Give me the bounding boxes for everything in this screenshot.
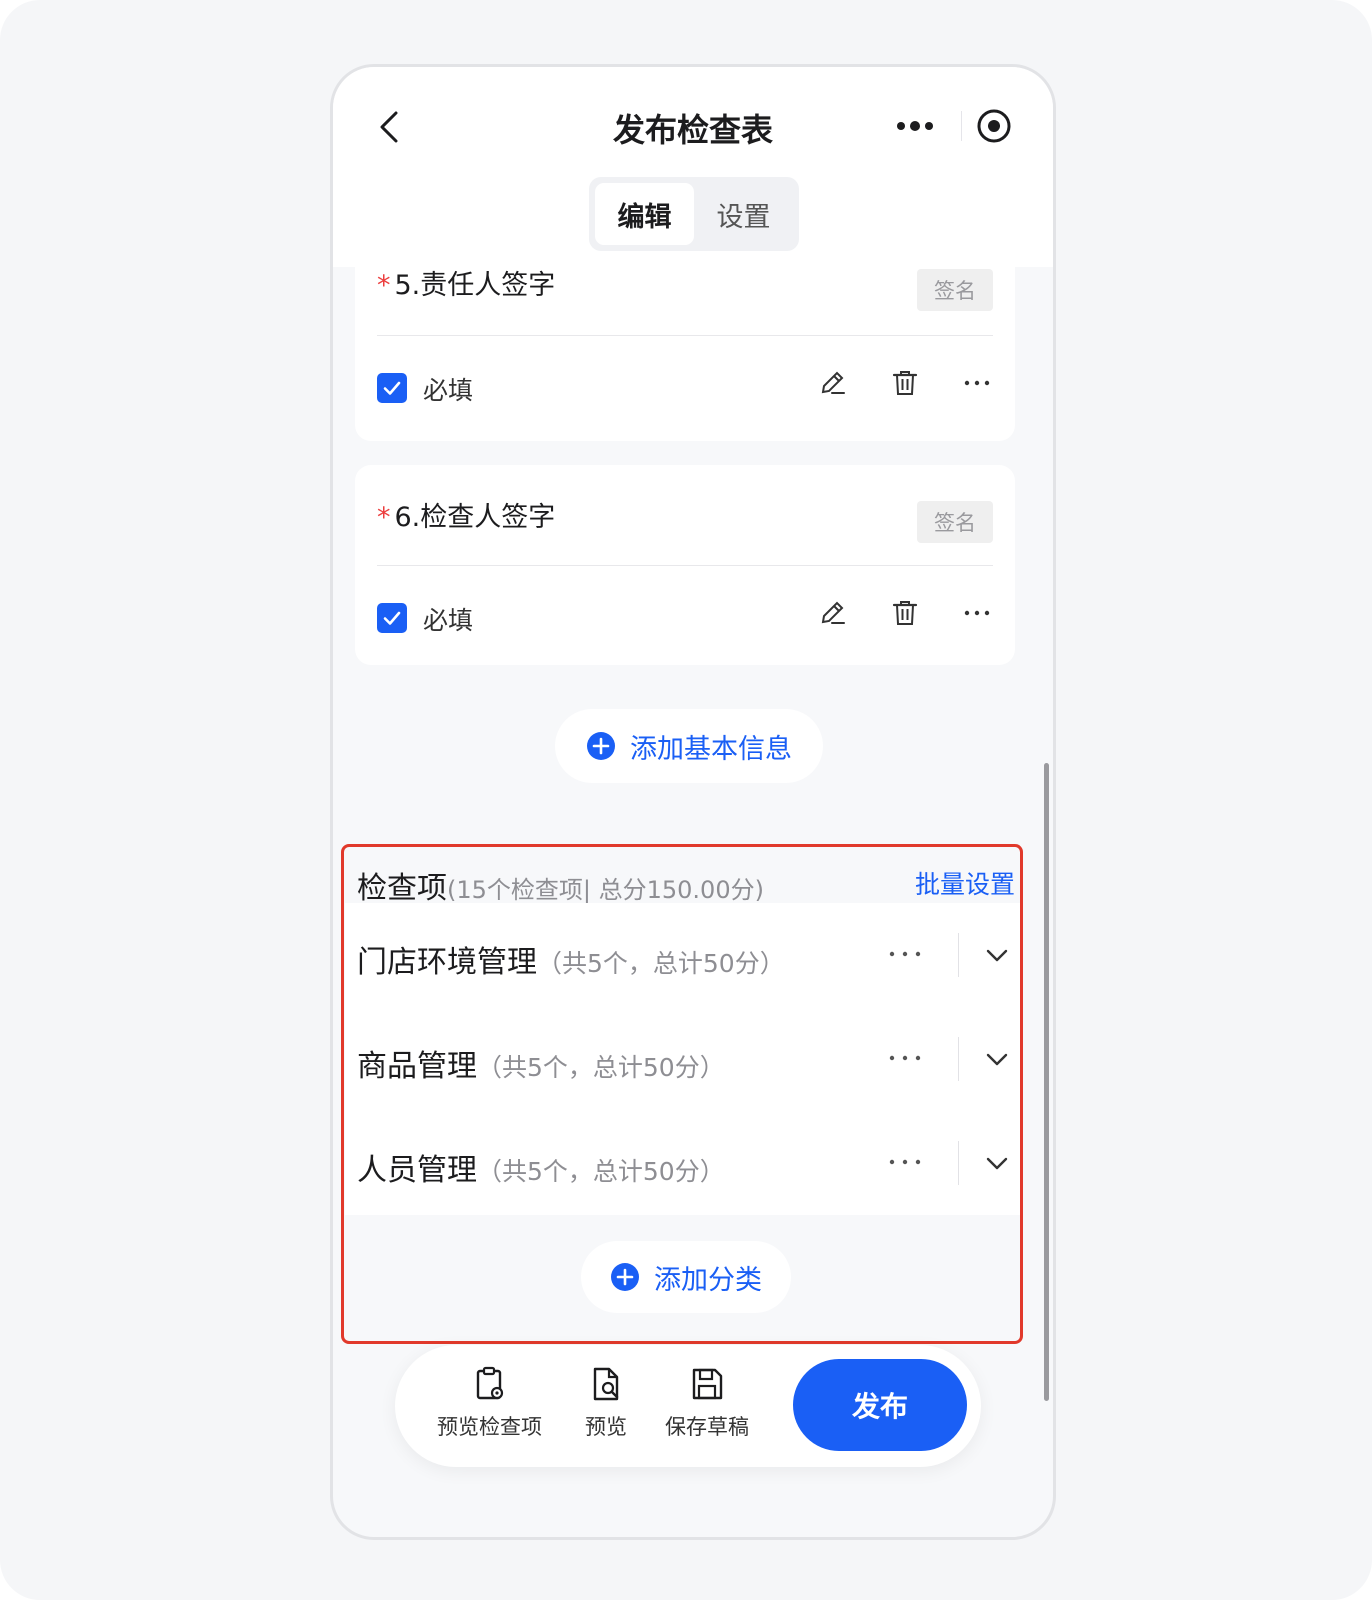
check-icon — [383, 381, 401, 395]
scrollbar[interactable] — [1044, 763, 1049, 1401]
clipboard-preview-icon — [476, 1366, 503, 1400]
add-category-button[interactable]: 添加分类 — [581, 1241, 791, 1313]
save-icon — [692, 1368, 723, 1400]
required-label: 必填 — [423, 376, 474, 405]
field-options-row: 必填 — [377, 565, 993, 665]
plus-circle-icon — [611, 1263, 639, 1291]
category-name-text: 门店环境管理 — [357, 945, 537, 980]
field-row: * 6.检查人签字 签名 — [377, 465, 993, 565]
section-summary: (15个检查项| 总分150.00分) — [447, 876, 764, 904]
preview-button[interactable]: 预览 — [585, 1365, 627, 1441]
category-name: 门店环境管理（共5个，总计50分） — [357, 937, 785, 981]
divider — [961, 111, 962, 141]
signature-type-tag: 签名 — [917, 269, 993, 311]
save-draft-label: 保存草稿 — [665, 1415, 749, 1439]
close-target-icon[interactable] — [975, 107, 1013, 145]
save-draft-button[interactable]: 保存草稿 — [665, 1365, 749, 1441]
divider — [958, 1037, 959, 1081]
preview-items-label: 预览检查项 — [437, 1415, 542, 1439]
more-icon[interactable] — [887, 1149, 923, 1175]
tab-settings[interactable]: 设置 — [694, 183, 793, 245]
more-icon[interactable] — [887, 1045, 923, 1071]
edit-icon[interactable] — [817, 597, 849, 629]
field-options-row: 必填 — [377, 335, 993, 435]
category-name-text: 商品管理 — [357, 1049, 477, 1084]
check-icon — [383, 611, 401, 625]
chevron-down-icon[interactable] — [983, 1045, 1011, 1073]
chevron-down-icon[interactable] — [983, 941, 1011, 969]
category-list: 门店环境管理（共5个，总计50分） 商品管理（共5个，总计50分） 人员管理（共… — [345, 903, 1023, 1215]
section-title: 检查项(15个检查项| 总分150.00分) — [357, 863, 764, 907]
mini-program-capsule — [873, 93, 1039, 159]
chevron-down-icon[interactable] — [983, 1149, 1011, 1177]
edit-settings-segmented-control: 编辑 设置 — [589, 177, 799, 251]
signature-type-tag: 签名 — [917, 501, 993, 543]
preview-items-button[interactable]: 预览检查项 — [437, 1365, 542, 1441]
category-name: 商品管理（共5个，总计50分） — [357, 1041, 725, 1085]
field-title: * 5.责任人签字 — [377, 263, 555, 302]
trash-icon[interactable] — [889, 367, 921, 399]
field-card: * 6.检查人签字 签名 必填 — [355, 465, 1015, 665]
more-icon[interactable] — [961, 367, 993, 399]
add-basic-info-label: 添加基本信息 — [630, 733, 792, 765]
more-icon[interactable] — [887, 941, 923, 967]
category-meta: （共5个，总计50分） — [477, 1053, 725, 1082]
required-checkbox[interactable] — [377, 373, 407, 403]
category-meta: （共5个，总计50分） — [477, 1157, 725, 1186]
bottom-toolbar: 预览检查项 预览 保存草稿 发布 — [395, 1345, 981, 1467]
top-bar: 发布检查表 编辑 设置 — [333, 67, 1053, 267]
required-label: 必填 — [423, 606, 474, 635]
document-search-icon — [593, 1367, 619, 1401]
publish-button[interactable]: 发布 — [793, 1359, 967, 1451]
category-name-text: 人员管理 — [357, 1153, 477, 1188]
section-title-text: 检查项 — [357, 871, 447, 906]
divider — [958, 1141, 959, 1185]
batch-settings-link[interactable]: 批量设置 — [915, 865, 1015, 901]
add-basic-info-button[interactable]: 添加基本信息 — [555, 709, 823, 783]
add-category-area: 添加分类 — [345, 1215, 1023, 1337]
phone-frame: * 5.责任人签字 签名 必填 * 6.检查人签字 签名 必填 添加基本信息 检… — [330, 64, 1056, 1540]
category-meta: （共5个，总计50分） — [537, 949, 785, 978]
preview-label: 预览 — [585, 1415, 627, 1439]
category-row[interactable]: 门店环境管理（共5个，总计50分） — [345, 903, 1023, 1007]
required-mark: * — [377, 270, 391, 301]
plus-circle-icon — [587, 732, 615, 760]
edit-icon[interactable] — [817, 367, 849, 399]
field-title-text: 6.检查人签字 — [394, 502, 556, 533]
tab-edit[interactable]: 编辑 — [595, 183, 694, 245]
required-checkbox[interactable] — [377, 603, 407, 633]
category-row[interactable]: 商品管理（共5个，总计50分） — [345, 1007, 1023, 1111]
category-name: 人员管理（共5个，总计50分） — [357, 1145, 725, 1189]
required-mark: * — [377, 502, 391, 533]
category-row[interactable]: 人员管理（共5个，总计50分） — [345, 1111, 1023, 1215]
field-title: * 6.检查人签字 — [377, 495, 555, 534]
scroll-content[interactable]: * 5.责任人签字 签名 必填 * 6.检查人签字 签名 必填 添加基本信息 检… — [333, 67, 1053, 1537]
trash-icon[interactable] — [889, 597, 921, 629]
add-category-label: 添加分类 — [654, 1264, 762, 1296]
more-dots-icon[interactable] — [895, 113, 935, 139]
more-icon[interactable] — [961, 597, 993, 629]
field-title-text: 5.责任人签字 — [394, 270, 556, 301]
divider — [958, 933, 959, 977]
